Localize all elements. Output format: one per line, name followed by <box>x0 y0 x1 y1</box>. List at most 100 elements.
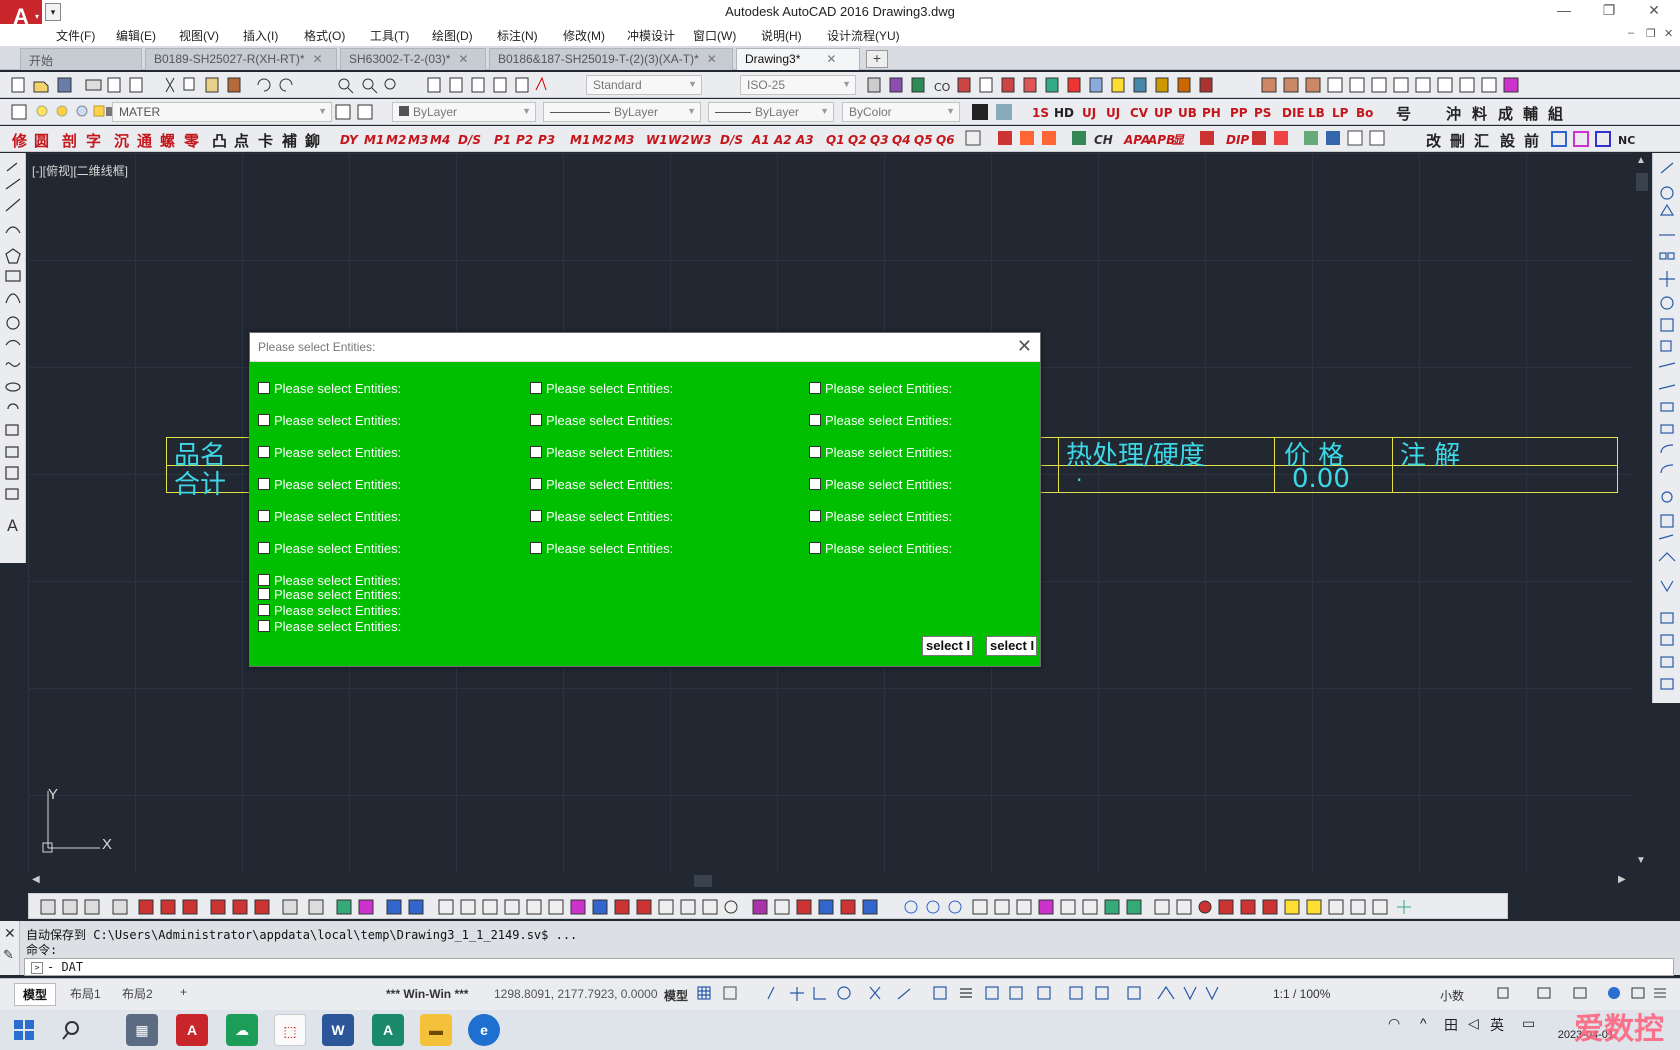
toolbar-char-zi[interactable]: 字 <box>86 130 101 151</box>
mdi-minimize-button[interactable]: – <box>1628 27 1634 39</box>
layout-tab-model[interactable]: 模型 <box>14 983 57 1006</box>
toolbar-char-dian[interactable]: 点 <box>234 130 249 151</box>
toolbar-char-hao[interactable]: 号 <box>1396 103 1411 124</box>
drafting-aid-toggles[interactable] <box>694 983 1254 1007</box>
toolbar-char-zu[interactable]: 組 <box>1548 103 1563 124</box>
menu-edit[interactable]: 编辑(E) <box>116 27 156 44</box>
viewport-controls-label[interactable]: [-][俯视][二维线框] <box>32 162 128 179</box>
entity-checkbox-item[interactable]: Please select Entities: <box>258 508 401 524</box>
windows-start-icon[interactable] <box>10 1016 40 1046</box>
utility-toolbar-icons[interactable]: CO <box>866 72 1236 98</box>
entity-checkbox-item[interactable]: Please select Entities: <box>530 508 673 524</box>
close-window-button[interactable]: ✕ <box>1634 2 1674 22</box>
toolbar-char-gai[interactable]: 改 <box>1426 130 1441 151</box>
toolbar-char-luo[interactable]: 螺 <box>160 130 175 151</box>
close-icon[interactable]: ✕ <box>4 925 16 942</box>
dim-style-dropdown[interactable]: ISO-25 ▼ <box>740 75 856 95</box>
cloud-app-icon[interactable]: ☁ <box>226 1014 258 1046</box>
entity-checkbox-item[interactable]: Please select Entities: <box>258 412 401 428</box>
edge-browser-icon[interactable]: e <box>468 1014 500 1046</box>
doc-tab-start[interactable]: 开始 <box>20 48 142 70</box>
units-dropdown[interactable]: 小数 <box>1440 987 1464 1004</box>
draw-tool-icons[interactable]: A <box>0 153 26 553</box>
entity-checkbox[interactable] <box>258 620 270 632</box>
toolbar-char-cheng[interactable]: 成 <box>1498 103 1513 124</box>
horizontal-scrollbar[interactable]: ◀ ▶ <box>28 872 1632 890</box>
doc-tab-b0186[interactable]: B0186&187-SH25019-T-(2)(3)(XA-T)* ✕ <box>489 48 733 70</box>
toolbar-char-tong[interactable]: 通 <box>137 130 152 151</box>
close-tab-icon[interactable]: ✕ <box>458 52 468 66</box>
entity-checkbox-item[interactable]: Please select Entities: <box>809 508 952 524</box>
pdf-app-icon[interactable]: ⬚ <box>274 1014 306 1046</box>
scroll-up-icon[interactable]: ▲ <box>1636 155 1646 166</box>
custom-toolbar-icons[interactable] <box>1260 72 1550 98</box>
entity-checkbox-item[interactable]: Please select Entities: <box>809 540 952 556</box>
search-icon[interactable] <box>58 1016 88 1046</box>
autocad-lt-app-icon[interactable]: A <box>372 1014 404 1046</box>
entity-checkbox-item[interactable]: Please select Entities: <box>258 602 401 618</box>
minimize-button[interactable]: — <box>1544 2 1584 22</box>
entity-checkbox-item[interactable]: Please select Entities: <box>258 380 401 396</box>
autocad-app-icon[interactable]: A <box>176 1014 208 1046</box>
entity-checkbox-item[interactable]: Please select Entities: <box>809 476 952 492</box>
toolbar-char-pou[interactable]: 剖 <box>62 130 77 151</box>
menu-file[interactable]: 文件(F) <box>56 27 95 44</box>
toolbar-char-yuan[interactable]: 圆 <box>34 130 49 151</box>
toolbar-char-ling[interactable]: 零 <box>184 130 199 151</box>
calculator-app-icon[interactable]: ▦ <box>126 1014 158 1046</box>
entity-checkbox[interactable] <box>530 382 542 394</box>
menu-help[interactable]: 说明(H) <box>761 27 802 44</box>
toolbar-char-chong[interactable]: 沖 <box>1446 103 1461 124</box>
layer-tools-icons[interactable] <box>334 99 380 125</box>
layer-dropdown[interactable]: MATER ▼ <box>112 102 332 122</box>
toolbar-char-xiu[interactable]: 修 <box>12 130 27 151</box>
entity-checkbox-item[interactable]: Please select Entities: <box>258 586 401 602</box>
layout-tab-2[interactable]: 布局2 <box>114 983 161 1004</box>
command-input[interactable]: > - DAT <box>24 958 1674 976</box>
doc-tab-b0189[interactable]: B0189-SH25027-R(XH-RT)* ✕ <box>145 48 337 70</box>
ime-mode-icon[interactable]: 田 <box>1444 1015 1458 1035</box>
entity-checkbox-item[interactable]: Please select Entities: <box>809 412 952 428</box>
language-indicator[interactable]: 英 <box>1490 1015 1504 1035</box>
mdi-restore-button[interactable]: ❐ <box>1646 27 1656 40</box>
menu-tools[interactable]: 工具(T) <box>370 27 409 44</box>
doc-tab-sh63002[interactable]: SH63002-T-2-(03)* ✕ <box>340 48 486 70</box>
new-tab-button[interactable]: + <box>866 50 888 68</box>
toolbar-char-qian[interactable]: 前 <box>1524 130 1539 151</box>
scroll-down-icon[interactable]: ▼ <box>1636 855 1646 866</box>
entity-checkbox[interactable] <box>809 414 821 426</box>
entity-checkbox[interactable] <box>258 588 270 600</box>
entity-checkbox[interactable] <box>809 478 821 490</box>
entity-checkbox[interactable] <box>809 510 821 522</box>
entity-checkbox[interactable] <box>258 604 270 616</box>
toolbar-char-hui[interactable]: 汇 <box>1474 130 1489 151</box>
entity-checkbox[interactable] <box>258 414 270 426</box>
entity-checkbox-item[interactable]: Please select Entities: <box>530 444 673 460</box>
close-tab-icon[interactable]: ✕ <box>707 52 717 66</box>
standard-toolbar-icons[interactable] <box>6 72 566 98</box>
entity-checkbox-item[interactable]: Please select Entities: <box>258 618 401 634</box>
linetype-dropdown[interactable]: ByLayer ▼ <box>543 102 701 122</box>
layout-tab-1[interactable]: 布局1 <box>62 983 109 1004</box>
entity-checkbox-item[interactable]: Please select Entities: <box>809 444 952 460</box>
restore-button[interactable]: ❐ <box>1589 2 1629 22</box>
bottom-toolbar-icons[interactable] <box>29 894 1509 920</box>
menu-die-design[interactable]: 冲模设计 <box>627 27 675 44</box>
misc-toolbar-icons[interactable]: NC <box>1548 126 1648 152</box>
entity-checkbox[interactable] <box>530 478 542 490</box>
toolbar-char-bu[interactable]: 補 <box>282 130 297 151</box>
toolbar-char-shan[interactable]: 刪 <box>1450 130 1465 151</box>
menu-design-flow[interactable]: 设计流程(YU) <box>827 27 900 44</box>
toolbar-char-chen[interactable]: 沉 <box>114 130 129 151</box>
toolbar-char-ka[interactable]: 卡 <box>258 130 273 151</box>
entity-checkbox[interactable] <box>258 478 270 490</box>
toolbar-char-she[interactable]: 設 <box>1500 130 1515 151</box>
lineweight-dropdown[interactable]: ByLayer ▼ <box>708 102 834 122</box>
entity-checkbox[interactable] <box>530 510 542 522</box>
menu-modify[interactable]: 修改(M) <box>563 27 605 44</box>
entity-checkbox-item[interactable]: Please select Entities: <box>530 380 673 396</box>
menu-format[interactable]: 格式(O) <box>304 27 345 44</box>
text-style-dropdown[interactable]: Standard ▼ <box>586 75 702 95</box>
entity-checkbox[interactable] <box>530 446 542 458</box>
volume-icon[interactable]: ◁ <box>1468 1015 1479 1032</box>
